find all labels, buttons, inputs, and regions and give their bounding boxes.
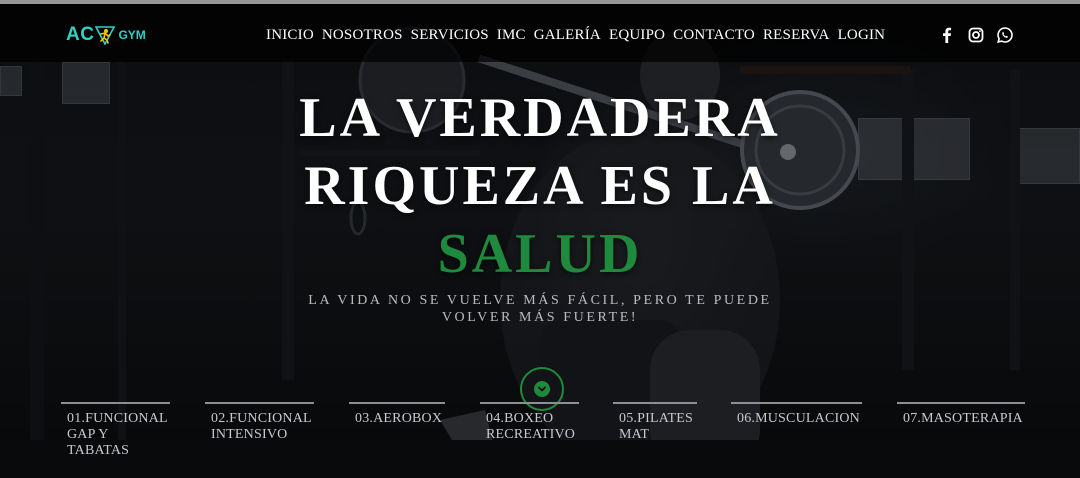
hero-headline: LA VERDADERA RIQUEZA ES LA SALUD [0, 84, 1080, 288]
nav-menu: INICIO NOSOTROS SERVICIOS IMC GALERÍA EQ… [262, 22, 889, 48]
tagline-line-2: VOLVER MÁS FUERTE! [441, 310, 639, 325]
headline-line-2: RIQUEZA ES LA [304, 155, 776, 217]
nav-item-reserva[interactable]: RESERVA [759, 27, 834, 44]
nav-item-imc[interactable]: IMC [493, 27, 530, 44]
service-tab-funcional-intensivo[interactable]: 02.FUNCIONAL INTENSIVO [205, 402, 314, 462]
headline-line-1: LA VERDADERA [299, 87, 781, 149]
nav-item-inicio[interactable]: INICIO [262, 27, 318, 44]
service-tab-pilates[interactable]: 05.PILATES MAT [613, 402, 697, 462]
nav-item-galeria[interactable]: GALERÍA [530, 27, 605, 44]
service-tab-funcional-gap[interactable]: 01.FUNCIONAL GAP Y TABATAS [61, 402, 170, 462]
scroll-button-dot [534, 381, 550, 397]
nav-item-contacto[interactable]: CONTACTO [669, 27, 759, 44]
nav-item-equipo[interactable]: EQUIPO [605, 27, 669, 44]
facebook-icon[interactable] [938, 26, 956, 44]
hero-tagline: LA VIDA NO SE VUELVE MÁS FÁCIL, PERO TE … [290, 292, 790, 326]
nav-item-servicios[interactable]: SERVICIOS [407, 27, 493, 44]
runner-icon [95, 26, 116, 45]
social-links [938, 26, 1014, 44]
top-navbar: AC GYM INICIO NOSOTROS SERVICIOS IMC GAL… [0, 4, 1080, 62]
chevron-down-icon [538, 386, 546, 392]
nav-item-nosotros[interactable]: NOSOTROS [318, 27, 407, 44]
logo-text: AC [66, 24, 95, 45]
service-tab-masoterapia[interactable]: 07.MASOTERAPIA [897, 402, 1025, 462]
service-tab-aerobox[interactable]: 03.AEROBOX [349, 402, 445, 462]
headline-line-3: SALUD [437, 223, 643, 285]
nav-item-login[interactable]: LOGIN [834, 27, 890, 44]
tagline-line-1: LA VIDA NO SE VUELVE MÁS FÁCIL, PERO TE … [308, 293, 772, 308]
whatsapp-icon[interactable] [996, 26, 1014, 44]
instagram-icon[interactable] [967, 26, 985, 44]
brand-logo[interactable]: AC GYM [66, 24, 146, 46]
logo-subtext: GYM [118, 28, 146, 42]
service-tab-musculacion[interactable]: 06.MUSCULACION [731, 402, 862, 462]
service-tab-boxeo[interactable]: 04.BOXEO RECREATIVO [480, 402, 579, 462]
